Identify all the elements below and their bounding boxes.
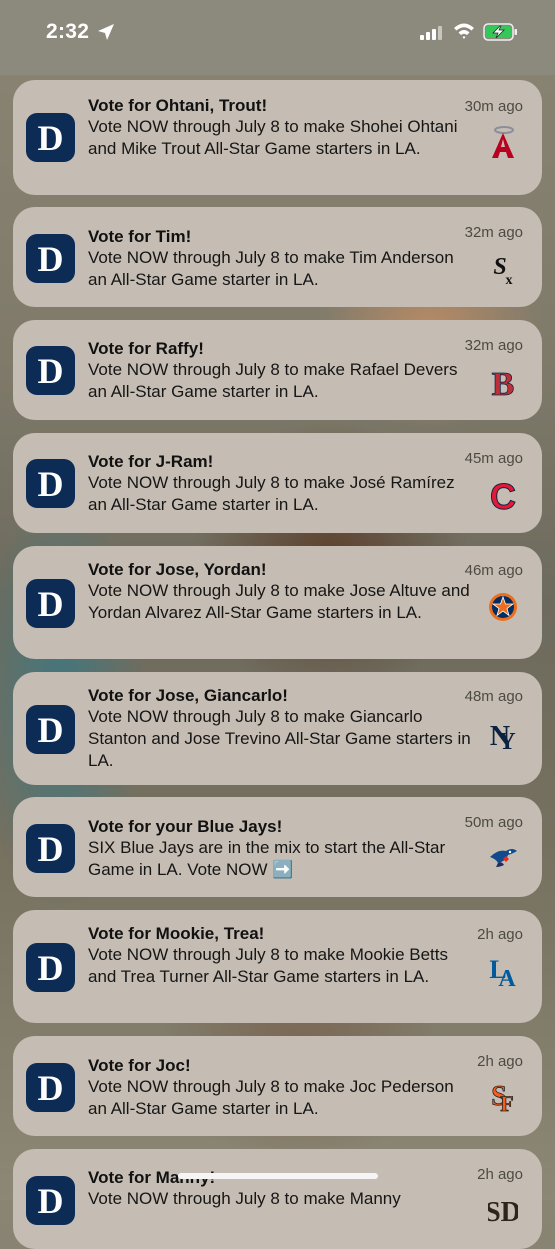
svg-text:D: D <box>38 948 64 988</box>
notification-body: Vote NOW through July 8 to make Manny <box>88 1189 401 1208</box>
astros-logo-icon <box>489 593 517 621</box>
blue-jays-logo-icon <box>490 849 517 867</box>
notification-body: Vote NOW through July 8 to make Rafael D… <box>88 360 458 401</box>
notification-card[interactable]: D Vote for Manny! Vote NOW through July … <box>13 1149 542 1249</box>
yankees-logo-icon: N Y <box>490 721 516 751</box>
notification-title: Vote for Raffy! <box>88 339 204 358</box>
svg-text:D: D <box>38 239 64 279</box>
white-sox-logo-icon: S x <box>493 254 513 286</box>
notification-title: Vote for your Blue Jays! <box>88 817 283 836</box>
svg-text:B: B <box>492 366 515 398</box>
notification-card[interactable]: D Vote for Jose, Yordan! Vote NOW throug… <box>13 546 542 659</box>
status-time: 2:32 <box>46 20 90 43</box>
notification-title: Vote for Joc! <box>88 1056 191 1075</box>
notification-card[interactable]: D Vote for Tim! Vote NOW through July 8 … <box>13 207 542 307</box>
notification-body: Vote NOW through July 8 to make Mookie B… <box>88 945 448 986</box>
tigers-app-icon: D <box>26 705 75 754</box>
notification-card[interactable]: D Vote for Raffy! Vote NOW through July … <box>13 320 542 420</box>
giants-logo-icon: S F <box>491 1081 514 1115</box>
notification-card[interactable]: D Vote for Jose, Giancarlo! Vote NOW thr… <box>13 672 542 785</box>
padres-logo-icon: SD <box>488 1197 518 1227</box>
notification-time: 2h ago <box>477 1166 523 1183</box>
notification-body: Vote NOW through July 8 to make José Ram… <box>88 473 455 514</box>
red-sox-logo-icon: B <box>491 366 515 398</box>
notification-title: Vote for Jose, Giancarlo! <box>88 686 288 705</box>
notification-card[interactable]: D Vote for Joc! Vote NOW through July 8 … <box>13 1036 542 1136</box>
notification-time: 46m ago <box>464 562 523 579</box>
tigers-app-icon: D <box>26 113 75 162</box>
notification-body: Vote NOW through July 8 to make Shohei O… <box>88 117 458 158</box>
svg-text:D: D <box>38 118 64 158</box>
wifi-icon <box>454 23 474 39</box>
notification-body: Vote NOW through July 8 to make Jose Alt… <box>88 581 470 622</box>
svg-text:D: D <box>38 351 64 391</box>
notification-time: 32m ago <box>464 224 523 241</box>
tigers-app-icon: D <box>26 824 75 873</box>
svg-text:C: C <box>490 477 516 511</box>
svg-text:D: D <box>38 710 64 750</box>
home-indicator[interactable] <box>178 1173 378 1179</box>
notification-time: 45m ago <box>464 450 523 467</box>
svg-text:SD: SD <box>488 1197 518 1227</box>
tigers-app-icon: D <box>26 579 75 628</box>
notification-title: Vote for Mookie, Trea! <box>88 924 265 943</box>
status-bar: 2:32 <box>0 0 555 75</box>
notification-card[interactable]: D Vote for Ohtani, Trout! Vote NOW throu… <box>13 80 542 195</box>
dodgers-logo-icon: L A <box>489 955 516 988</box>
notification-title: Vote for Ohtani, Trout! <box>88 96 268 115</box>
notification-time: 50m ago <box>464 814 523 831</box>
svg-text:D: D <box>38 1181 64 1221</box>
svg-text:D: D <box>38 464 64 504</box>
tigers-app-icon: D <box>26 1063 75 1112</box>
notification-body: Vote NOW through July 8 to make Tim Ande… <box>88 248 454 289</box>
notification-time: 2h ago <box>477 1053 523 1070</box>
notification-time: 2h ago <box>477 926 523 943</box>
svg-text:D: D <box>38 584 64 624</box>
tigers-app-icon: D <box>26 459 75 508</box>
tigers-app-icon: D <box>26 346 75 395</box>
notification-card[interactable]: D Vote for J-Ram! Vote NOW through July … <box>13 433 542 533</box>
notification-title: Vote for Jose, Yordan! <box>88 560 267 579</box>
svg-text:D: D <box>38 1068 64 1108</box>
cellular-signal-icon <box>420 26 442 40</box>
svg-text:D: D <box>38 829 64 869</box>
tigers-app-icon: D <box>26 234 75 283</box>
notification-card[interactable]: D Vote for Mookie, Trea! Vote NOW throug… <box>13 910 542 1023</box>
notification-body: Vote NOW through July 8 to make Giancarl… <box>88 707 471 770</box>
guardians-logo-icon: C <box>490 477 517 511</box>
angels-logo-icon <box>492 126 514 158</box>
notification-time: 32m ago <box>464 337 523 354</box>
notification-list: D Vote for Ohtani, Trout! Vote NOW throu… <box>0 0 555 1249</box>
svg-text:F: F <box>500 1091 513 1115</box>
notification-time: 30m ago <box>464 98 523 115</box>
svg-text:x: x <box>506 273 513 286</box>
notification-card[interactable]: D Vote for your Blue Jays! SIX Blue Jays… <box>13 797 542 897</box>
svg-text:Y: Y <box>498 729 515 751</box>
notification-time: 48m ago <box>464 688 523 705</box>
notification-title: Vote for Tim! <box>88 227 192 246</box>
location-arrow-icon <box>98 24 114 40</box>
tigers-app-icon: D <box>26 943 75 992</box>
notification-title: Vote for J-Ram! <box>88 452 214 471</box>
svg-text:A: A <box>498 966 516 988</box>
notification-body: Vote NOW through July 8 to make Joc Pede… <box>88 1077 454 1118</box>
notification-body: SIX Blue Jays are in the mix to start th… <box>88 838 446 879</box>
battery-charging-icon <box>483 23 517 41</box>
tigers-app-icon: D <box>26 1176 75 1225</box>
